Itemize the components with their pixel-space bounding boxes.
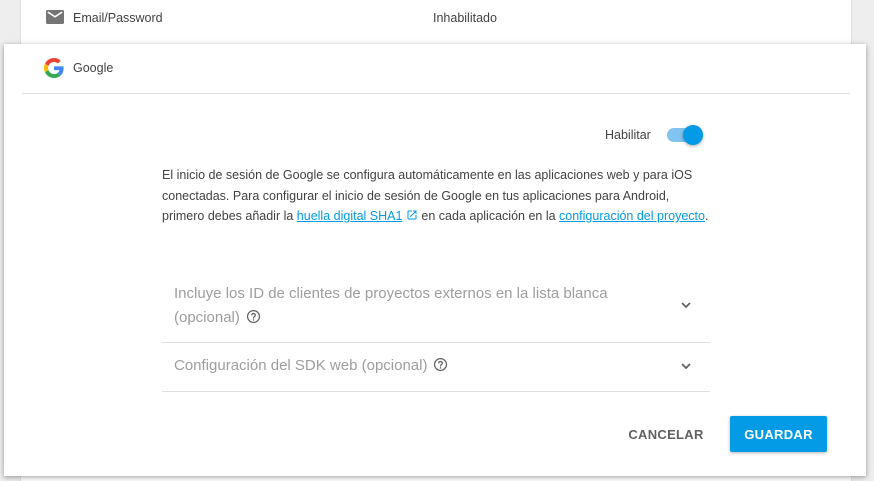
help-icon[interactable]: [433, 357, 448, 372]
whitelist-client-ids-section[interactable]: Incluye los ID de clientes de proyectos …: [162, 270, 710, 343]
web-sdk-config-section[interactable]: Configuración del SDK web (opcional): [162, 343, 710, 392]
enable-label: Habilitar: [605, 128, 651, 142]
email-icon: [46, 10, 64, 24]
section-label: Incluye los ID de clientes de proyectos …: [174, 285, 608, 326]
description-text: El inicio de sesión de Google se configu…: [162, 165, 710, 227]
description-part-2: en cada aplicación en la: [421, 209, 560, 223]
chevron-down-icon[interactable]: [678, 297, 694, 313]
description-part-3: .: [704, 209, 709, 223]
provider-status: Inhabilitado: [433, 11, 497, 25]
section-title: Configuración del SDK web (opcional): [174, 354, 654, 378]
section-label: Configuración del SDK web (opcional): [174, 357, 428, 374]
help-icon[interactable]: [246, 309, 261, 324]
save-button[interactable]: GUARDAR: [730, 416, 827, 452]
enable-toggle[interactable]: [667, 124, 703, 146]
google-logo-icon: [44, 58, 64, 78]
section-title: Incluye los ID de clientes de proyectos …: [174, 282, 654, 329]
header-divider: [22, 93, 850, 94]
panel-title: Google: [73, 61, 114, 75]
provider-name: Email/Password: [73, 11, 163, 25]
google-provider-panel: Google Habilitar El inicio de sesión de …: [4, 44, 866, 476]
project-settings-link[interactable]: configuración del proyecto: [559, 209, 705, 223]
provider-row-email[interactable]: Email/Password Inhabilitado: [20, 0, 850, 40]
chevron-down-icon[interactable]: [678, 358, 694, 374]
sha1-fingerprint-link[interactable]: huella digital SHA1: [297, 209, 403, 223]
toggle-thumb: [683, 125, 703, 145]
cancel-button[interactable]: CANCELAR: [624, 416, 708, 452]
panel-header[interactable]: Google: [4, 44, 866, 93]
external-link-icon[interactable]: [406, 209, 418, 221]
